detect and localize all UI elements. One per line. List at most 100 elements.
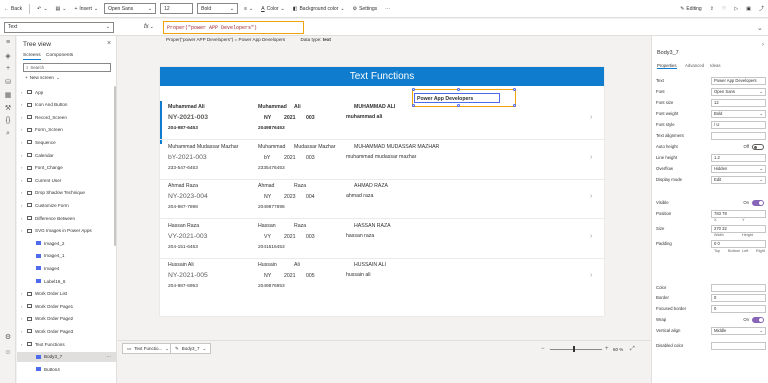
tree-item[interactable]: › Sequence (17, 137, 117, 147)
more-icon[interactable]: ··· (106, 354, 117, 359)
tree-item[interactable]: › Record_Screen (17, 112, 117, 122)
search-icon[interactable]: ⌕ (0, 127, 16, 140)
align-button[interactable]: ≡ ⌄ (240, 2, 257, 16)
save-icon[interactable]: ▣ (742, 2, 755, 16)
tree-item[interactable]: Image4_2 (17, 238, 117, 248)
tree-item[interactable]: › Icon And Button (17, 100, 117, 110)
hamburger-icon[interactable]: ≡ (0, 36, 16, 49)
property-value[interactable]: Hidden ⌄ (711, 164, 766, 173)
tree-item[interactable]: › Work Order Page3 (17, 326, 117, 336)
plus-icon[interactable]: + (0, 62, 16, 75)
tab-advanced[interactable]: Advanced (685, 63, 704, 68)
font-family-select[interactable]: Open Sans ⌄ (104, 3, 157, 14)
zoom-out-icon[interactable]: − (541, 346, 545, 352)
property-value[interactable]: 0 (711, 293, 766, 302)
property-value[interactable]: / U (711, 120, 766, 129)
resize-handle[interactable] (513, 88, 516, 91)
property-value[interactable]: On (711, 315, 766, 324)
property-value[interactable]: Middle ⌄ (711, 326, 766, 335)
resize-handle[interactable] (412, 104, 415, 107)
tree-item[interactable]: › Work Order Page1 (17, 301, 117, 311)
tree-item[interactable]: Label16_6 (17, 276, 117, 286)
editing-button[interactable]: ✎ Editing (676, 2, 706, 16)
tree-item[interactable]: › App (17, 87, 117, 97)
property-value[interactable]: 270 32 (711, 224, 766, 233)
share-icon[interactable]: ⇪ (706, 2, 718, 16)
tree-item[interactable]: › Difference Between (17, 213, 117, 223)
font-size-input[interactable]: 12 (160, 3, 194, 14)
back-button[interactable]: ← Back (0, 2, 26, 16)
search-input[interactable]: ⌕ Search (23, 63, 111, 72)
tree-item[interactable]: › Form_Screen (17, 125, 117, 135)
tree-item[interactable]: › Work Order Page2 (17, 314, 117, 324)
health-icon[interactable]: ♡ (718, 2, 730, 16)
chevron-right-icon[interactable]: › (590, 233, 592, 240)
property-value[interactable]: 0 0 (711, 239, 766, 248)
property-value[interactable]: Off (711, 142, 766, 151)
expand-panel-icon[interactable]: › (762, 42, 764, 48)
chevron-right-icon[interactable]: › (590, 114, 592, 121)
zoom-slider[interactable] (550, 349, 602, 350)
insert-button[interactable]: + Insert ⌄ (70, 2, 102, 16)
tree-item[interactable]: › Customize Form (17, 200, 117, 210)
tab-properties[interactable]: Properties (657, 63, 677, 69)
tree-item[interactable]: Image4 (17, 263, 117, 273)
formula-input[interactable]: Proper("power APP Developers") (163, 21, 304, 34)
more-button[interactable]: ··· (381, 2, 394, 16)
paste-button[interactable]: ▤ ⌄ (52, 2, 71, 16)
background-color-button[interactable]: ◧ Background color ⌄ (289, 2, 349, 16)
toggle-switch[interactable] (752, 199, 764, 206)
resize-handle[interactable] (513, 104, 516, 107)
property-value[interactable]: 1.2 (711, 153, 766, 162)
property-value[interactable]: Power App Developers (711, 76, 766, 85)
toggle-switch[interactable] (752, 316, 764, 323)
property-value[interactable]: Bold ⌄ (711, 109, 766, 118)
property-value[interactable]: On (711, 198, 766, 207)
tree-item[interactable]: Image4_1 (17, 251, 117, 261)
property-value[interactable] (711, 341, 766, 350)
account-icon[interactable]: ☺ (0, 346, 16, 359)
tab-ideas[interactable]: Ideas (710, 63, 721, 68)
property-value[interactable] (711, 131, 766, 140)
settings-button[interactable]: ⚙ Settings (349, 2, 382, 16)
layers-icon[interactable]: ◈ (0, 49, 16, 62)
chevron-right-icon[interactable]: › (590, 272, 592, 279)
variables-icon[interactable]: {} (0, 114, 16, 127)
resize-handle[interactable] (457, 88, 460, 91)
tab-screens[interactable]: Screens (23, 53, 41, 60)
publish-icon[interactable]: ⤴ (755, 2, 768, 16)
expand-formula-icon[interactable]: ⌄ (757, 24, 763, 32)
tree-item[interactable]: › Font_Change (17, 163, 117, 173)
tree-item[interactable]: › Text Functions (17, 339, 117, 349)
tree-item[interactable]: Body3_7 ··· (17, 351, 117, 362)
close-icon[interactable]: × (107, 40, 111, 47)
property-value[interactable] (711, 283, 766, 292)
undo-button[interactable]: ↶ ⌄ (33, 2, 51, 16)
settings-icon[interactable]: ⚙ (0, 330, 16, 343)
fit-to-window-icon[interactable]: ⤢ (630, 346, 635, 353)
tree-item[interactable]: › SVG Images in Power Apps (17, 226, 117, 236)
new-screen-button[interactable]: + New screen ⌄ (25, 75, 60, 81)
color-button[interactable]: A Color ⌄ (257, 2, 289, 16)
zoom-in-icon[interactable]: + (605, 346, 609, 352)
resize-handle[interactable] (412, 88, 415, 91)
control-breadcrumb[interactable]: ✎ Body3_7 ⌄ (170, 343, 212, 354)
property-value[interactable]: 12 (711, 98, 766, 107)
tree-item[interactable]: › Drop Shadow Technique (17, 188, 117, 198)
tab-components[interactable]: Components (46, 53, 73, 58)
property-value[interactable]: 0 (711, 304, 766, 313)
data-icon[interactable]: ⛁ (0, 75, 16, 88)
toggle-switch[interactable] (752, 143, 764, 150)
property-value[interactable]: 783 78 (711, 209, 766, 218)
tree-item[interactable]: Button4 (17, 364, 117, 374)
font-weight-select[interactable]: Bold ⌄ (197, 3, 239, 14)
preview-icon[interactable]: ▷ (730, 2, 742, 16)
tools-icon[interactable]: ⚒ (0, 101, 16, 114)
property-select[interactable]: Text ⌄ (4, 21, 114, 33)
resize-handle[interactable] (457, 104, 460, 107)
media-icon[interactable]: ▦ (0, 88, 16, 101)
tree-item[interactable]: › Calendar (17, 150, 117, 160)
chevron-right-icon[interactable]: › (590, 193, 592, 200)
chevron-right-icon[interactable]: › (590, 154, 592, 161)
property-value[interactable]: Open Sans ⌄ (711, 87, 766, 96)
